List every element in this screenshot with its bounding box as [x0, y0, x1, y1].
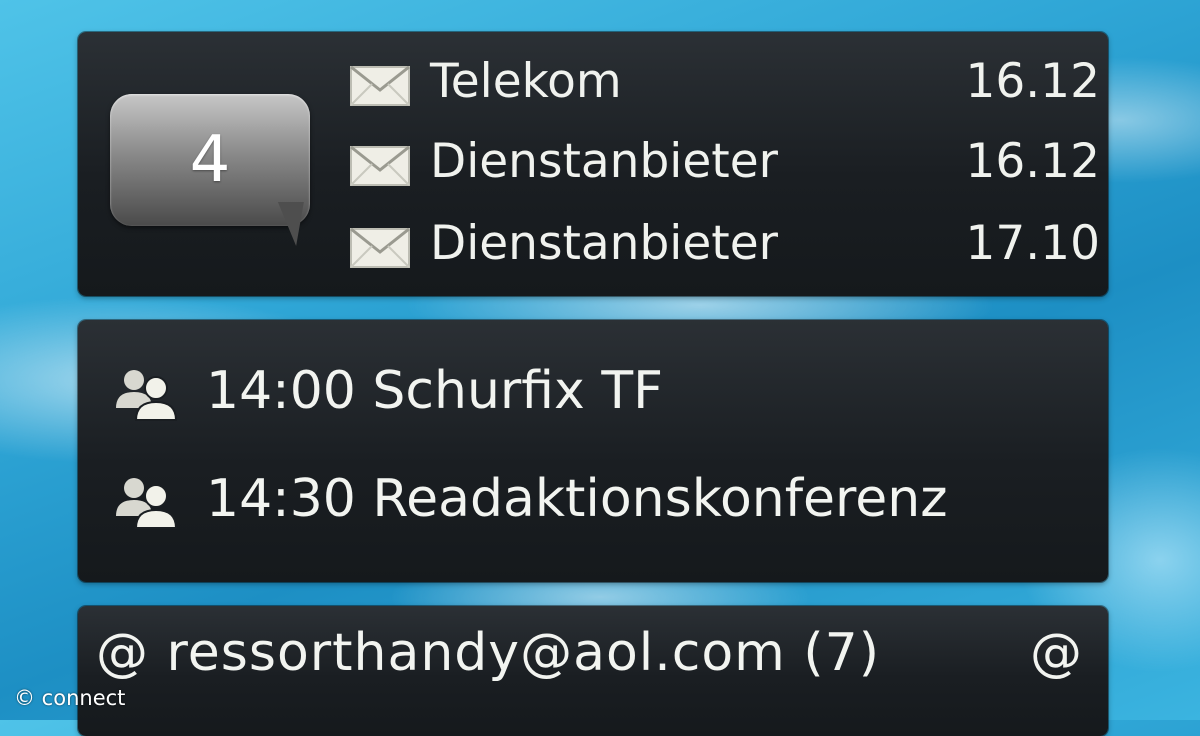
message-date: 16.12 [965, 54, 1100, 109]
event-text: 14:30 Readaktionskonferenz [206, 469, 948, 529]
message-date: 16.12 [965, 134, 1100, 189]
message-sender: Telekom [430, 54, 622, 109]
email-account-row[interactable]: @ ressorthandy@aol.com (7) @ [96, 618, 1096, 688]
message-item[interactable]: Telekom 16.12 [350, 52, 1100, 112]
message-sender: Dienstanbieter [430, 216, 778, 271]
email-account-line: @ ressorthandy@aol.com (7) [96, 623, 880, 683]
calendar-event[interactable]: 14:30 Readaktionskonferenz [112, 464, 1072, 534]
message-item[interactable]: Dienstanbieter 17.10 [350, 214, 1100, 274]
calendar-widget[interactable]: 14:00 Schurfix TF 14:30 Readaktionskonfe… [78, 320, 1108, 582]
message-sender: Dienstanbieter [430, 134, 778, 189]
calendar-event[interactable]: 14:00 Schurfix TF [112, 356, 1072, 426]
copyright-watermark: © connect [14, 686, 126, 710]
envelope-icon [350, 146, 410, 186]
envelope-icon [350, 228, 410, 268]
message-date: 17.10 [965, 216, 1100, 271]
message-item[interactable]: Dienstanbieter 16.12 [350, 132, 1100, 192]
meeting-people-icon [116, 478, 178, 529]
email-next-account-at: @ [1030, 623, 1082, 683]
email-widget[interactable]: @ ressorthandy@aol.com (7) @ [78, 606, 1108, 736]
envelope-icon [350, 66, 410, 106]
event-text: 14:00 Schurfix TF [206, 361, 664, 421]
messages-widget[interactable]: 4 Telekom 16.12 Dienstanbieter 16.12 Die… [78, 32, 1108, 296]
meeting-people-icon [116, 370, 178, 421]
